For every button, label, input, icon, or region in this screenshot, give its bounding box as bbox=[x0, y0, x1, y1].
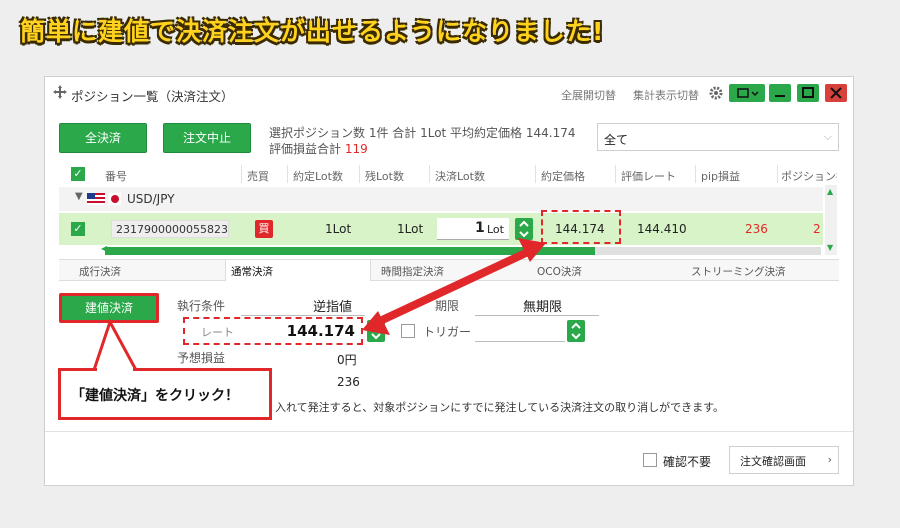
instruction-callout: 「建値決済」をクリック！ bbox=[58, 368, 272, 420]
callout-pointer bbox=[91, 318, 139, 372]
arrow-line bbox=[376, 247, 532, 326]
callout-text: 「建値決済」をクリック！ bbox=[71, 388, 239, 404]
annotation-arrows bbox=[91, 238, 546, 372]
